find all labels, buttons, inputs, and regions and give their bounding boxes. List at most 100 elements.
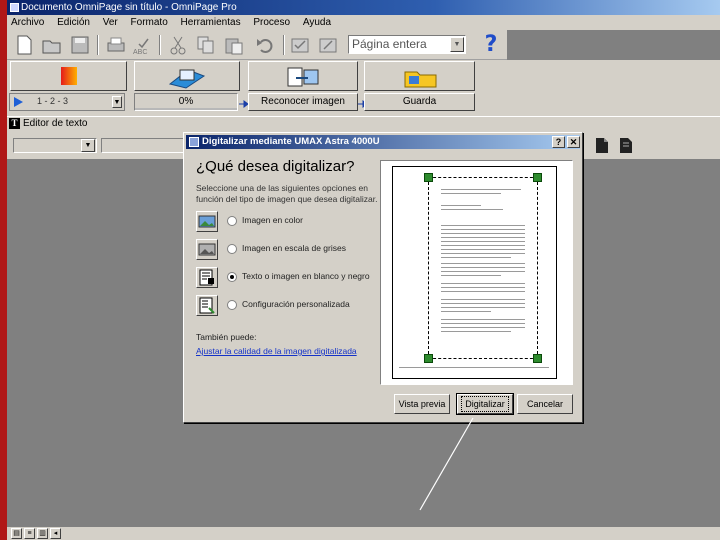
toolbar-separator — [283, 35, 285, 55]
scan-option-value: 1 - 2 - 3 — [37, 96, 69, 106]
workflow-toolbar: 1 - 2 - 3 ▼ 0% Reconocer imagen Guarda — [7, 60, 720, 116]
scan-dialog: Digitalizar mediante UMAX Astra 4000U ? … — [183, 132, 583, 423]
play-icon[interactable] — [14, 97, 23, 107]
option-label: Configuración personalizada — [242, 299, 350, 309]
grayscale-photo-icon — [196, 239, 218, 260]
chevron-down-icon[interactable]: ▼ — [81, 139, 95, 152]
preview-button-label: Vista previa — [398, 399, 446, 409]
radio-bw-text[interactable] — [227, 272, 237, 282]
bw-text-icon — [196, 267, 218, 288]
text-editor-title: Editor de texto — [23, 118, 88, 129]
menu-proceso[interactable]: Proceso — [248, 15, 295, 30]
dialog-instructions: Seleccione una de las siguientes opcione… — [196, 183, 378, 204]
scan-preview — [380, 160, 573, 385]
scan-button-label: Digitalizar — [461, 396, 509, 412]
menu-archivo[interactable]: Archivo — [7, 15, 49, 30]
scan-source-button[interactable] — [10, 61, 127, 91]
app-icon — [10, 3, 19, 12]
scan-dialog-button[interactable]: Digitalizar — [456, 393, 514, 415]
app-window: Documento OmniPage sin título - OmniPage… — [0, 0, 720, 540]
undo-icon[interactable] — [255, 34, 277, 56]
svg-text:ABC: ABC — [133, 49, 147, 56]
preview-text-line — [399, 367, 549, 368]
progress-track — [135, 108, 237, 110]
resize-handle[interactable] — [533, 173, 542, 182]
page-view-value: Página entera — [352, 37, 427, 51]
cut-icon[interactable] — [167, 34, 189, 56]
preview-page — [392, 166, 557, 379]
save-label-button[interactable]: Guarda — [364, 93, 475, 111]
check-form-icon[interactable] — [289, 34, 311, 56]
menu-herramientas[interactable]: Herramientas — [176, 15, 246, 30]
document-icon[interactable] — [595, 137, 609, 154]
scan-options-select[interactable]: 1 - 2 - 3 ▼ — [9, 93, 125, 111]
scanner-icon — [189, 137, 199, 147]
print-icon[interactable] — [105, 34, 127, 56]
help-icon[interactable]: ? — [479, 33, 503, 57]
text-editor-titlebar: T Editor de texto — [7, 116, 720, 130]
radio-custom-settings[interactable] — [227, 300, 237, 310]
recognize-label-button[interactable]: Reconocer imagen — [248, 93, 358, 111]
view-outline-icon[interactable]: ▥ — [37, 528, 48, 539]
recognize-label: Reconocer imagen — [261, 96, 345, 107]
option-label: Imagen en escala de grises — [242, 243, 346, 253]
scroll-left-icon[interactable]: ◂ — [50, 528, 61, 539]
left-edge-strip — [0, 0, 7, 540]
window-titlebar: Documento OmniPage sin título - OmniPage… — [7, 0, 720, 15]
save-label: Guarda — [402, 96, 437, 107]
scan-area-selection[interactable] — [424, 173, 542, 363]
radio-grayscale-image[interactable] — [227, 244, 237, 254]
option-bw-text[interactable]: Texto o imagen en blanco y negro — [196, 267, 381, 289]
option-color-image[interactable]: Imagen en color — [196, 211, 381, 233]
chevron-down-icon[interactable]: ▼ — [112, 96, 122, 108]
preview-button[interactable]: Vista previa — [394, 394, 450, 414]
document-flow-icon[interactable] — [619, 137, 633, 154]
toolbar-separator — [159, 35, 161, 55]
size-select[interactable] — [101, 138, 191, 153]
toolbar-separator — [97, 35, 99, 55]
also-can-label: También puede: — [196, 332, 257, 342]
save-disk-icon[interactable] — [69, 34, 91, 56]
menu-edicion[interactable]: Edición — [52, 15, 95, 30]
save-workflow-button[interactable] — [364, 61, 475, 91]
text-editor-icon: T — [9, 118, 20, 129]
proofread-icon[interactable] — [317, 34, 339, 56]
menu-ver[interactable]: Ver — [98, 15, 123, 30]
view-layout-icon[interactable]: ▤ — [11, 528, 22, 539]
recognize-button[interactable] — [248, 61, 358, 91]
radio-color-image[interactable] — [227, 216, 237, 226]
menu-ayuda[interactable]: Ayuda — [298, 15, 336, 30]
dialog-heading: ¿Qué desea digitalizar? — [196, 158, 355, 175]
dialog-titlebar: Digitalizar mediante UMAX Astra 4000U — [186, 135, 580, 149]
dialog-help-button[interactable]: ? — [552, 136, 565, 148]
standard-toolbar: ABC Página entera ▼ ? — [7, 30, 507, 60]
custom-settings-icon — [196, 295, 218, 316]
adjust-quality-link[interactable]: Ajustar la calidad de la imagen digitali… — [196, 346, 357, 356]
resize-handle[interactable] — [424, 354, 433, 363]
cancel-button[interactable]: Cancelar — [517, 394, 573, 414]
font-select[interactable]: ▼ — [13, 138, 97, 153]
menu-formato[interactable]: Formato — [126, 15, 173, 30]
option-label: Imagen en color — [242, 215, 303, 225]
dialog-close-button[interactable]: ✕ — [567, 136, 580, 148]
menu-bar: Archivo Edición Ver Formato Herramientas… — [7, 15, 720, 30]
status-bar: ▤ ≡ ▥ ◂ — [7, 527, 720, 540]
resize-handle[interactable] — [533, 354, 542, 363]
new-document-icon[interactable] — [13, 34, 35, 56]
page-view-select[interactable]: Página entera ▼ — [348, 35, 466, 54]
view-lines-icon[interactable]: ≡ — [24, 528, 35, 539]
copy-icon[interactable] — [195, 34, 217, 56]
resize-handle[interactable] — [424, 173, 433, 182]
option-label: Texto o imagen en blanco y negro — [242, 271, 370, 281]
scan-button[interactable] — [134, 61, 240, 91]
cancel-button-label: Cancelar — [526, 399, 564, 409]
paste-icon[interactable] — [223, 34, 245, 56]
open-folder-icon[interactable] — [41, 34, 63, 56]
chevron-down-icon[interactable]: ▼ — [450, 37, 464, 52]
spellcheck-icon[interactable]: ABC — [131, 34, 153, 56]
color-photo-icon — [196, 211, 218, 232]
dialog-title: Digitalizar mediante UMAX Astra 4000U — [202, 136, 380, 147]
option-custom-settings[interactable]: Configuración personalizada — [196, 295, 381, 317]
option-grayscale-image[interactable]: Imagen en escala de grises — [196, 239, 381, 261]
progress-label: 0% — [178, 96, 194, 107]
